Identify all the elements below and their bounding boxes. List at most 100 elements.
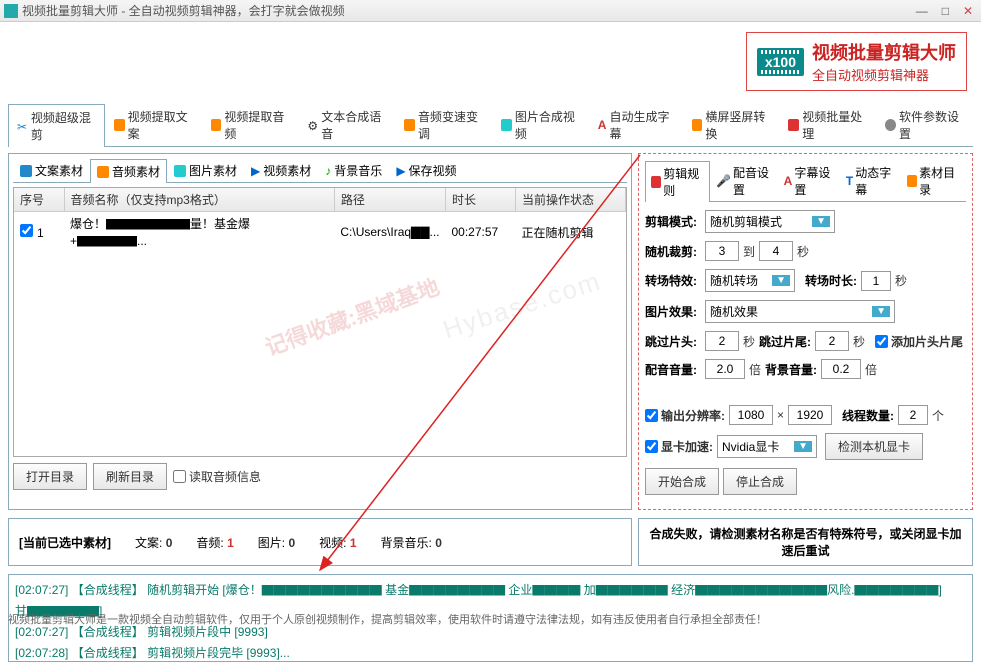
a-icon: A: [598, 118, 607, 132]
voicevol-input[interactable]: [705, 359, 745, 379]
bgvol-input[interactable]: [821, 359, 861, 379]
gpu-checkbox[interactable]: 显卡加速:: [645, 438, 713, 455]
tab-settings[interactable]: 软件参数设置: [876, 103, 973, 146]
rtab-subtitle[interactable]: A字幕设置: [778, 160, 840, 201]
window-title: 视频批量剪辑大师 - 全自动视频剪辑神器，会打字就会做视频: [22, 2, 912, 19]
banner-title: 视频批量剪辑大师: [812, 39, 956, 65]
rtab-matdir[interactable]: 素材目录: [901, 160, 966, 201]
doc-icon: [114, 119, 125, 131]
subtab-image[interactable]: 图片素材: [167, 158, 244, 182]
res-h-input[interactable]: [788, 405, 832, 425]
clip-mode-label: 剪辑模式:: [645, 213, 701, 230]
tab-extract-audio[interactable]: 视频提取音频: [202, 103, 299, 146]
gpu-select[interactable]: Nvidia显卡▼: [717, 435, 817, 458]
titlebar: 视频批量剪辑大师 - 全自动视频剪辑神器，会打字就会做视频 — □ ✕: [0, 0, 981, 22]
trans-dur-input[interactable]: [861, 271, 891, 291]
subtab-video[interactable]: ▶视频素材: [244, 158, 318, 182]
clip-rule-form: 剪辑模式: 随机剪辑模式▼ 随机裁剪: 到 秒 转场特效: 随机转场▼ 转场时长…: [645, 210, 966, 495]
skip-tail-input[interactable]: [815, 331, 849, 351]
start-compose-button[interactable]: 开始合成: [645, 468, 719, 495]
col-seq[interactable]: 序号: [14, 188, 64, 212]
rotate-icon: [692, 119, 703, 131]
piceff-select[interactable]: 随机效果▼: [705, 300, 895, 323]
minimize-button[interactable]: —: [912, 4, 932, 18]
cut-to-input[interactable]: [759, 241, 793, 261]
batch-icon: [788, 119, 799, 131]
tab-rotate[interactable]: 横屏竖屏转换: [683, 103, 780, 146]
a-icon: A: [784, 174, 793, 188]
audio-icon: [211, 119, 222, 131]
col-status[interactable]: 当前操作状态: [516, 188, 626, 212]
maximize-button[interactable]: □: [938, 4, 953, 18]
col-name[interactable]: 音频名称（仅支持mp3格式）: [64, 188, 334, 212]
trans-label: 转场特效:: [645, 272, 701, 289]
col-path[interactable]: 路径: [334, 188, 445, 212]
main-tabs: ✂视频超级混剪 视频提取文案 视频提取音频 ⚙文本合成语音 音频变速变调 图片合…: [8, 99, 973, 147]
res-checkbox[interactable]: 输出分辨率:: [645, 407, 725, 424]
skip-head-input[interactable]: [705, 331, 739, 351]
rtab-clip-rule[interactable]: 剪辑规则: [645, 161, 710, 202]
cut-from-input[interactable]: [705, 241, 739, 261]
subtab-bgm[interactable]: ♪背景音乐: [318, 158, 389, 182]
audio-table: 序号 音频名称（仅支持mp3格式） 路径 时长 当前操作状态 1 爆仓！▇▇▇▇…: [13, 187, 627, 457]
tab-super-mix[interactable]: ✂视频超级混剪: [8, 104, 105, 147]
mic-icon: 🎤: [716, 174, 731, 188]
skip-tail-label: 跳过片尾:: [759, 333, 811, 350]
save-icon: ▶: [396, 164, 405, 178]
res-w-input[interactable]: [729, 405, 773, 425]
rtab-dynsub[interactable]: T动态字幕: [840, 160, 901, 201]
row-dur: 00:27:57: [446, 212, 516, 253]
tts-icon: ⚙: [307, 119, 318, 131]
text-icon: [20, 165, 32, 177]
tab-batch[interactable]: 视频批量处理: [779, 103, 876, 146]
speed-icon: [404, 119, 415, 131]
music-icon: ♪: [325, 164, 331, 178]
rtab-dub[interactable]: 🎤配音设置: [710, 160, 778, 201]
chevron-down-icon: ▼: [872, 306, 890, 317]
subtab-text[interactable]: 文案素材: [13, 158, 90, 182]
detect-gpu-button[interactable]: 检测本机显卡: [825, 433, 923, 460]
play-icon: ▶: [251, 164, 260, 178]
left-pane: 文案素材 音频素材 图片素材 ▶视频素材 ♪背景音乐 ▶保存视频 序号 音频名称…: [8, 153, 632, 510]
stop-compose-button[interactable]: 停止合成: [723, 468, 797, 495]
app-icon: [4, 4, 18, 18]
col-dur[interactable]: 时长: [446, 188, 516, 212]
tab-extract-text[interactable]: 视频提取文案: [105, 103, 202, 146]
tab-auto-sub[interactable]: A自动生成字幕: [589, 103, 683, 146]
bgvol-label: 背景音量:: [765, 361, 817, 378]
footer-disclaimer: 视频批量剪辑大师是一款视频全自动剪辑软件，仅用于个人原创视频制作，提高剪辑效率，…: [8, 611, 973, 627]
row-checkbox[interactable]: [20, 224, 33, 237]
clip-mode-select[interactable]: 随机剪辑模式▼: [705, 210, 835, 233]
add-headtail-checkbox[interactable]: 添加片头片尾: [875, 333, 963, 350]
refresh-dir-button[interactable]: 刷新目录: [93, 463, 167, 490]
row-name: 爆仓！▇▇▇▇▇▇▇量！基金爆 +▇▇▇▇▇...: [64, 212, 334, 253]
log-line: [02:07:28] 【合成线程】 剪辑视频片段完毕 [9993]...: [15, 644, 966, 661]
chevron-down-icon: ▼: [772, 275, 790, 286]
threads-input[interactable]: [898, 405, 928, 425]
banner-subtitle: 全自动视频剪辑神器: [812, 68, 929, 83]
tab-img-video[interactable]: 图片合成视频: [492, 103, 589, 146]
scissors-icon: ✂: [17, 120, 28, 132]
trans-select[interactable]: 随机转场▼: [705, 269, 795, 292]
material-tabs: 文案素材 音频素材 图片素材 ▶视频素材 ♪背景音乐 ▶保存视频: [13, 158, 627, 183]
selected-materials-bar: [当前已选中素材] 文案: 0 音频: 1 图片: 0 视频: 1 背景音乐: …: [8, 518, 632, 566]
row-path: C:\Users\Iraq▇▇...: [334, 212, 445, 253]
table-row[interactable]: 1 爆仓！▇▇▇▇▇▇▇量！基金爆 +▇▇▇▇▇... C:\Users\Ira…: [14, 212, 626, 253]
open-dir-button[interactable]: 打开目录: [13, 463, 87, 490]
piceff-label: 图片效果:: [645, 303, 701, 320]
subtab-save[interactable]: ▶保存视频: [389, 158, 463, 182]
window-controls: — □ ✕: [912, 4, 977, 18]
right-pane: 剪辑规则 🎤配音设置 A字幕设置 T动态字幕 素材目录 剪辑模式: 随机剪辑模式…: [638, 153, 973, 510]
close-button[interactable]: ✕: [959, 4, 977, 18]
read-audio-checkbox[interactable]: 读取音频信息: [173, 468, 261, 485]
subtab-audio[interactable]: 音频素材: [90, 159, 167, 183]
promo-banner: x100 视频批量剪辑大师 全自动视频剪辑神器: [746, 32, 967, 91]
threads-label: 线程数量:: [842, 407, 894, 424]
right-tabs: 剪辑规则 🎤配音设置 A字幕设置 T动态字幕 素材目录: [645, 160, 966, 202]
tab-audio-speed[interactable]: 音频变速变调: [395, 103, 492, 146]
log-line: [02:07:27] 【合成线程】 随机剪辑开始 [爆仓！▇▇▇▇▇▇▇▇▇▇ …: [15, 581, 966, 598]
skip-head-label: 跳过片头:: [645, 333, 701, 350]
tab-tts[interactable]: ⚙文本合成语音: [298, 103, 395, 146]
image-icon: [174, 165, 186, 177]
img-icon: [501, 119, 512, 131]
